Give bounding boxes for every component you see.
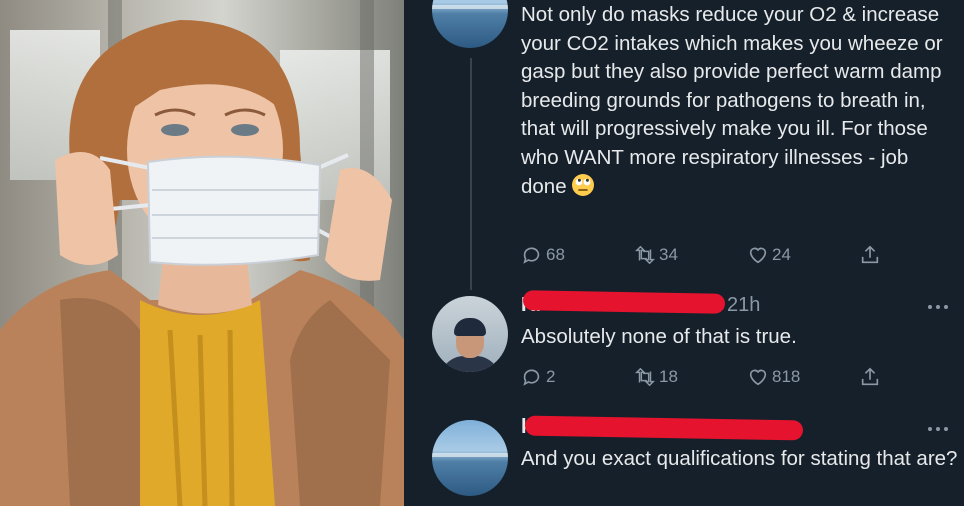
tweet-actions: 68 34 24 xyxy=(521,242,881,268)
reply-count: 68 xyxy=(546,245,565,264)
retweet-count: 34 xyxy=(659,245,678,264)
retweet-icon xyxy=(634,367,656,387)
like-button[interactable]: 818 xyxy=(747,364,800,390)
more-options-icon[interactable] xyxy=(926,300,950,314)
tweet-header: k xyxy=(521,415,821,442)
share-button[interactable] xyxy=(859,364,884,390)
seascape-avatar[interactable] xyxy=(432,0,508,48)
tweet-text: Absolutely none of that is true. xyxy=(521,325,797,348)
tweet-body: Not only do masks reduce your O2 & incre… xyxy=(521,1,959,201)
tweet-body: And you exact qualifications for stating… xyxy=(521,445,959,474)
man-in-beanie-avatar[interactable] xyxy=(432,296,508,372)
tweet-body: Absolutely none of that is true. xyxy=(521,323,959,352)
share-icon xyxy=(861,245,879,264)
reply-button[interactable]: 68 xyxy=(521,242,565,268)
timestamp[interactable]: 21h xyxy=(727,294,760,317)
redaction-mark xyxy=(522,290,726,314)
seascape-avatar[interactable] xyxy=(432,420,508,496)
reply-count: 2 xyxy=(546,367,556,386)
tweet-actions: 2 18 818 xyxy=(521,364,881,390)
tweet-text: Not only do masks reduce your O2 & incre… xyxy=(521,3,943,198)
retweet-icon xyxy=(634,245,656,265)
retweet-button[interactable]: 18 xyxy=(634,364,678,390)
like-count: 818 xyxy=(772,367,801,386)
thread-connector-line xyxy=(470,58,472,290)
tweet-text: And you exact qualifications for stating… xyxy=(521,447,958,470)
redaction-mark xyxy=(524,415,804,441)
like-count: 24 xyxy=(772,245,791,264)
heart-icon xyxy=(749,247,767,264)
like-button[interactable]: 24 xyxy=(747,242,791,268)
woman-mask-photo xyxy=(0,0,404,506)
heart-icon xyxy=(749,369,767,386)
retweet-button[interactable]: 34 xyxy=(634,242,678,268)
share-icon xyxy=(861,367,879,386)
reply-button[interactable]: 2 xyxy=(521,364,555,390)
retweet-count: 18 xyxy=(659,367,678,386)
share-button[interactable] xyxy=(859,242,884,268)
face-with-rolling-eyes-icon xyxy=(571,173,594,196)
reply-icon xyxy=(523,247,540,264)
reply-icon xyxy=(523,369,540,386)
more-options-icon[interactable] xyxy=(926,422,950,436)
tweet-header: K. 21h xyxy=(521,290,821,320)
woman-figure xyxy=(0,20,404,506)
tweet-thread: Not only do masks reduce your O2 & incre… xyxy=(404,0,964,506)
